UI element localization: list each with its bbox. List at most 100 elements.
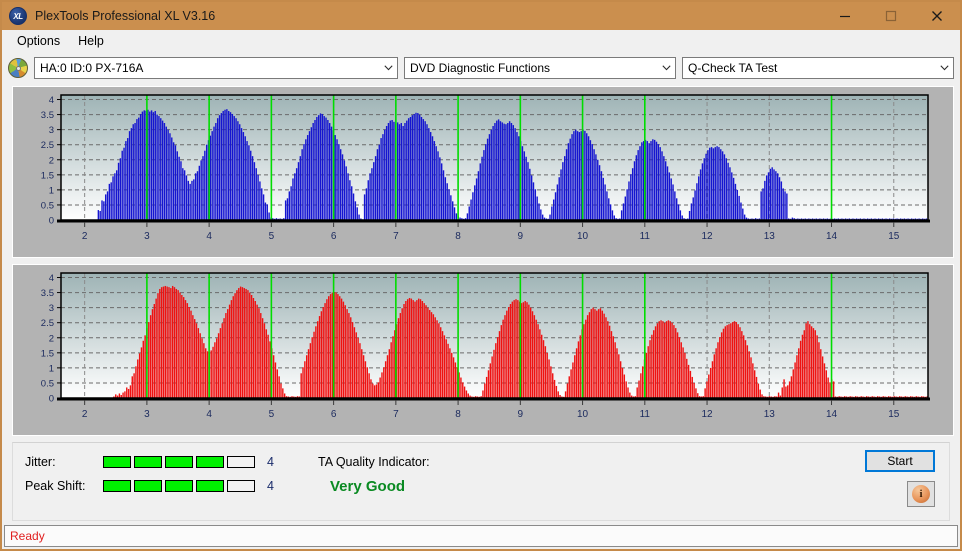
peak-shift-segment xyxy=(196,480,224,492)
svg-text:2: 2 xyxy=(49,333,54,344)
svg-text:7: 7 xyxy=(393,231,399,242)
svg-text:10: 10 xyxy=(577,231,589,242)
svg-text:11: 11 xyxy=(640,231,651,242)
svg-text:1.5: 1.5 xyxy=(41,170,54,181)
charts-area: 0 0.5 1 1.5 2 2.5 3 3.5 4 2 3 4 5 6 7 8 9 10 11 12 13 14 15 00… xyxy=(2,83,960,436)
jitter-label: Jitter: xyxy=(25,455,56,469)
svg-text:2: 2 xyxy=(82,231,88,242)
app-window: XL PlexTools Professional XL V3.16 Optio… xyxy=(0,0,962,551)
svg-text:1.5: 1.5 xyxy=(41,348,54,359)
svg-text:2: 2 xyxy=(49,155,54,166)
svg-text:15: 15 xyxy=(888,409,900,420)
svg-text:3: 3 xyxy=(144,231,150,242)
menu-item-help[interactable]: Help xyxy=(69,32,113,50)
svg-text:4: 4 xyxy=(49,95,54,106)
peak-shift-segment xyxy=(134,480,162,492)
disc-icon xyxy=(8,58,28,78)
results-panel: Jitter: 4 Peak Shift: 4 TA Quality Indic… xyxy=(12,442,950,521)
test-selector[interactable]: Q-Check TA Test xyxy=(681,57,955,79)
svg-text:13: 13 xyxy=(764,231,776,242)
jitter-value: 4 xyxy=(267,455,274,469)
menu-bar: Options Help xyxy=(2,30,960,53)
svg-text:2.5: 2.5 xyxy=(41,140,54,151)
svg-text:7: 7 xyxy=(393,409,399,420)
app-icon: XL xyxy=(9,7,27,25)
maximize-icon[interactable] xyxy=(868,2,914,30)
svg-text:2: 2 xyxy=(82,409,88,420)
info-button[interactable]: i xyxy=(907,481,935,507)
svg-text:13: 13 xyxy=(764,409,776,420)
svg-text:8: 8 xyxy=(455,231,461,242)
svg-text:14: 14 xyxy=(826,409,838,420)
jitter-chart-svg: 0 0.5 1 1.5 2 2.5 3 3.5 4 2 3 4 5 6 7 8 9 10 11 12 13 14 15 xyxy=(41,94,930,242)
svg-text:1: 1 xyxy=(49,363,54,374)
chevron-down-icon[interactable] xyxy=(658,58,675,78)
svg-text:9: 9 xyxy=(518,409,524,420)
chevron-down-icon[interactable] xyxy=(380,58,397,78)
function-selector[interactable]: DVD Diagnostic Functions xyxy=(403,57,676,79)
jitter-chart: 0 0.5 1 1.5 2 2.5 3 3.5 4 2 3 4 5 6 7 8 9 10 11 12 13 14 15 xyxy=(13,87,953,257)
svg-text:15: 15 xyxy=(888,231,900,242)
svg-text:2.5: 2.5 xyxy=(41,318,54,329)
jitter-chart-panel: 0 0.5 1 1.5 2 2.5 3 3.5 4 2 3 4 5 6 7 8 9 10 11 12 13 14 15 xyxy=(12,86,954,258)
svg-text:4: 4 xyxy=(206,409,212,420)
svg-text:3: 3 xyxy=(49,125,54,136)
jitter-segment xyxy=(134,456,162,468)
status-text: Ready xyxy=(10,529,45,543)
test-selector-value: Q-Check TA Test xyxy=(687,61,778,75)
drive-selector[interactable]: HA:0 ID:0 PX-716A xyxy=(34,57,398,79)
minimize-icon[interactable] xyxy=(822,2,868,30)
svg-text:0: 0 xyxy=(49,394,54,405)
svg-text:3: 3 xyxy=(144,409,150,420)
peak-shift-segment-bar xyxy=(103,480,255,492)
svg-text:3: 3 xyxy=(49,303,54,314)
jitter-segment-bar xyxy=(103,456,255,468)
svg-text:11: 11 xyxy=(640,409,651,420)
close-icon[interactable] xyxy=(914,2,960,30)
peak-shift-value: 4 xyxy=(267,479,274,493)
svg-text:0.5: 0.5 xyxy=(41,200,54,211)
peak-shift-segment xyxy=(103,480,131,492)
function-selector-value: DVD Diagnostic Functions xyxy=(409,61,551,75)
svg-text:4: 4 xyxy=(49,273,54,284)
title-bar: XL PlexTools Professional XL V3.16 xyxy=(2,2,960,30)
svg-text:6: 6 xyxy=(331,409,337,420)
svg-text:9: 9 xyxy=(518,231,524,242)
selector-toolbar: HA:0 ID:0 PX-716A DVD Diagnostic Functio… xyxy=(2,53,960,83)
peak-shift-chart-svg: 0 0.5 1 1.5 2 2.5 3 3.5 4 2 3 4 5 6 7 8 9 10 11 12 13 14 15 xyxy=(41,272,930,420)
peak-shift-chart: 0 0.5 1 1.5 2 2.5 3 3.5 4 2 3 4 5 6 7 8 9 10 11 12 13 14 15 xyxy=(13,265,953,435)
peak-shift-segment xyxy=(165,480,193,492)
jitter-segment xyxy=(227,456,255,468)
info-icon: i xyxy=(912,485,930,503)
svg-text:1: 1 xyxy=(49,185,54,196)
window-controls xyxy=(822,2,960,30)
svg-text:5: 5 xyxy=(269,409,275,420)
chevron-down-icon[interactable] xyxy=(936,58,953,78)
ta-quality-value: Very Good xyxy=(330,478,406,495)
peak-shift-indicator-row: Peak Shift: 4 xyxy=(25,479,274,493)
svg-text:6: 6 xyxy=(331,231,337,242)
svg-text:8: 8 xyxy=(455,409,461,420)
svg-text:12: 12 xyxy=(701,409,713,420)
ta-quality-block: TA Quality Indicator: Very Good xyxy=(318,455,430,495)
peak-shift-label: Peak Shift: xyxy=(25,479,86,493)
svg-text:10: 10 xyxy=(577,409,589,420)
start-button[interactable]: Start xyxy=(865,450,935,472)
svg-text:3.5: 3.5 xyxy=(41,288,54,299)
jitter-segment xyxy=(165,456,193,468)
jitter-indicator-row: Jitter: 4 xyxy=(25,455,274,469)
jitter-segment xyxy=(103,456,131,468)
svg-text:12: 12 xyxy=(701,231,713,242)
status-bar: Ready xyxy=(4,525,958,547)
svg-text:0.5: 0.5 xyxy=(41,378,54,389)
svg-text:5: 5 xyxy=(269,231,275,242)
svg-text:14: 14 xyxy=(826,231,838,242)
svg-text:0: 0 xyxy=(49,216,54,227)
peak-shift-segment xyxy=(227,480,255,492)
ta-quality-label: TA Quality Indicator: xyxy=(318,455,430,469)
jitter-segment xyxy=(196,456,224,468)
peak-shift-chart-panel: 0 0.5 1 1.5 2 2.5 3 3.5 4 2 3 4 5 6 7 8 9 10 11 12 13 14 15 xyxy=(12,264,954,436)
menu-item-options[interactable]: Options xyxy=(8,32,69,50)
app-icon-label: XL xyxy=(13,11,23,21)
window-title: PlexTools Professional XL V3.16 xyxy=(35,9,216,23)
